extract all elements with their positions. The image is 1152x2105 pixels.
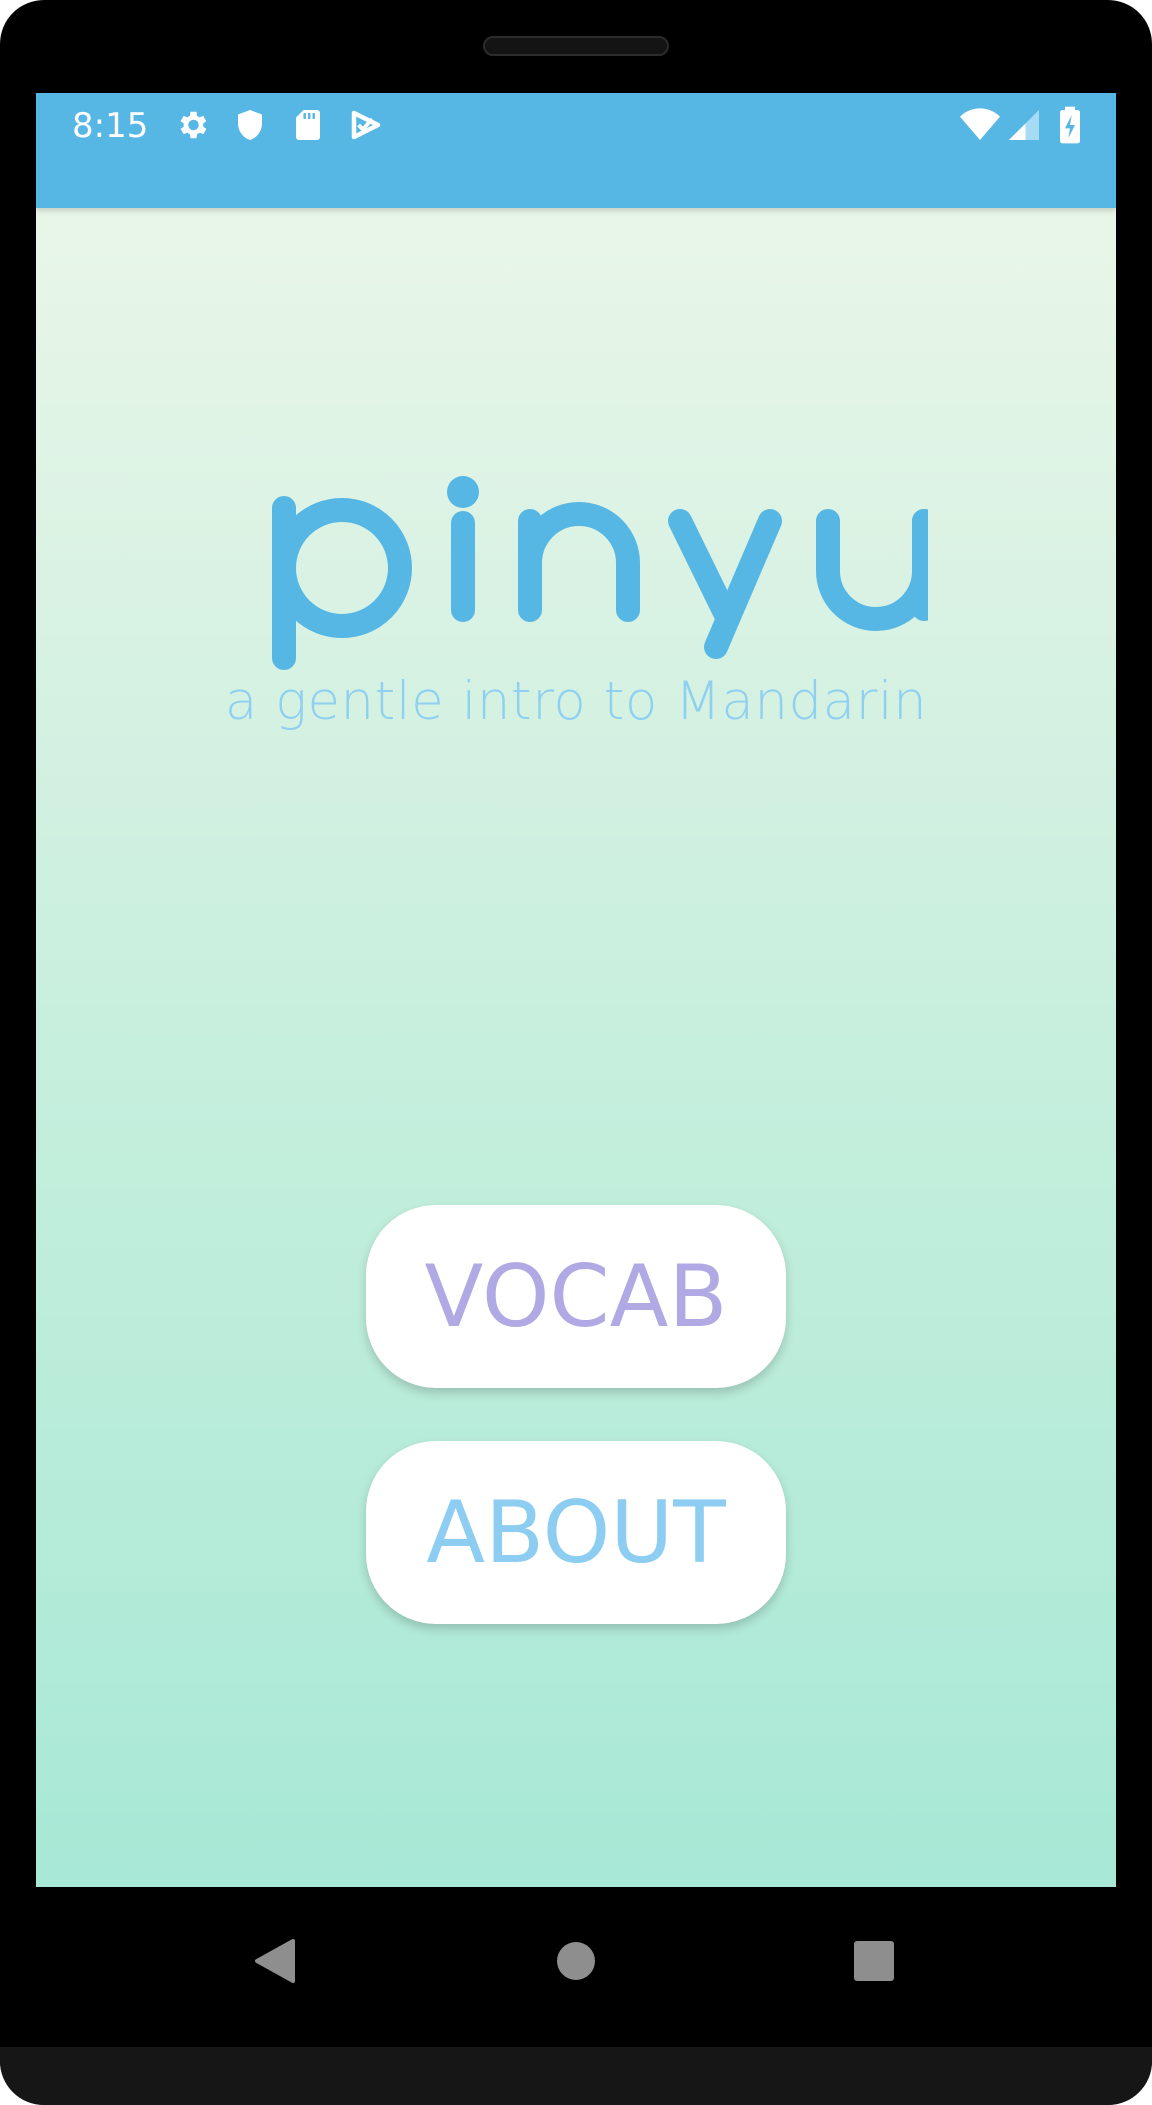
signal-icon <box>1009 110 1039 140</box>
home-icon[interactable] <box>546 1931 606 1991</box>
pinyu-logo <box>272 476 928 670</box>
sd-card-icon <box>296 110 320 140</box>
app-tagline: a gentle intro to Mandarin <box>224 671 928 732</box>
about-button[interactable]: ABOUT <box>366 1441 786 1624</box>
phone-frame: 8:15 a gentle intro to Mandarin VOCAB AB… <box>0 0 1152 2105</box>
status-time: 8:15 <box>72 106 149 146</box>
wifi-icon <box>960 108 1000 140</box>
shield-icon <box>238 110 262 140</box>
navigation-bar <box>0 1887 1152 2047</box>
back-icon[interactable] <box>245 1931 305 1991</box>
earpiece-speaker <box>483 36 669 56</box>
app-screen: 8:15 a gentle intro to Mandarin VOCAB AB… <box>36 93 1116 1887</box>
status-bar: 8:15 <box>36 93 1116 208</box>
logo-i-dot <box>447 476 479 508</box>
device-bottom-bezel <box>0 2047 1152 2105</box>
gear-icon <box>180 111 207 139</box>
task-check-icon <box>351 110 381 140</box>
recents-icon[interactable] <box>844 1931 904 1991</box>
vocab-button[interactable]: VOCAB <box>366 1205 786 1388</box>
battery-charging-icon <box>1060 106 1080 144</box>
